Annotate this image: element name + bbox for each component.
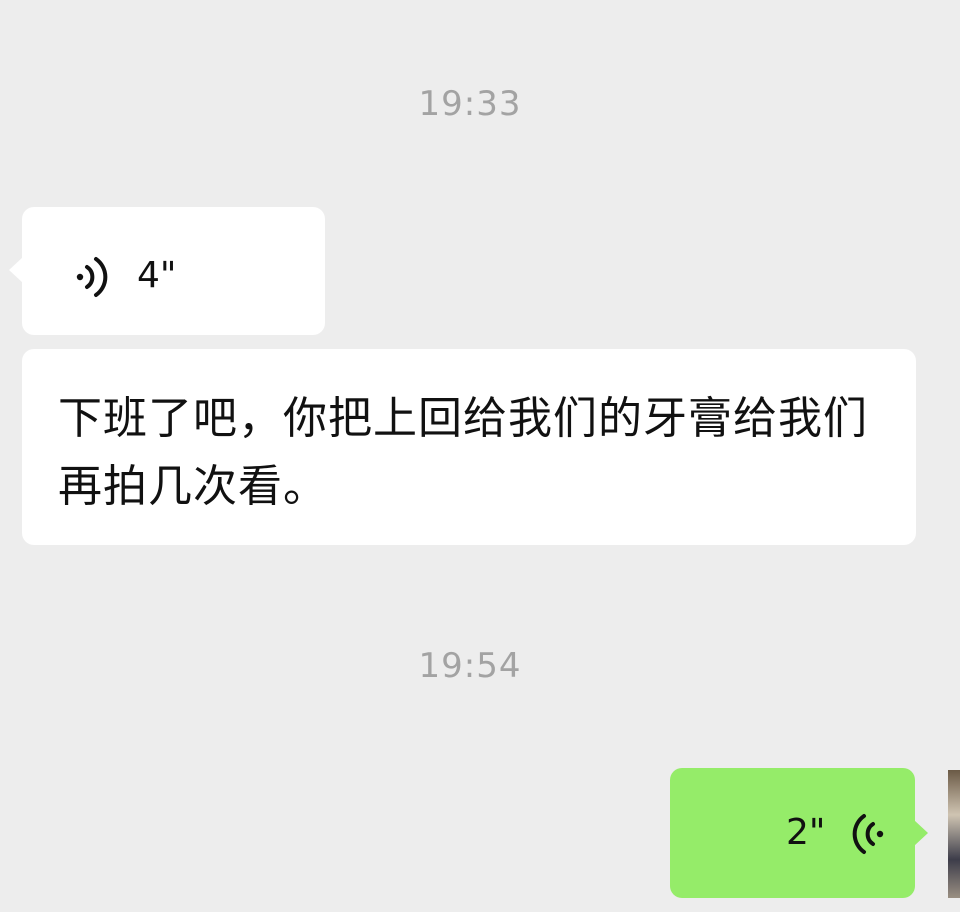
timestamp: 19:54 — [418, 646, 522, 686]
timestamp: 19:33 — [418, 84, 522, 124]
outgoing-voice-message[interactable]: 2" — [670, 768, 928, 898]
avatar[interactable] — [948, 770, 960, 898]
message-text: 下班了吧，你把上回给我们的牙膏给我们再拍几次看。 — [58, 393, 868, 512]
bubble-tail — [914, 820, 928, 846]
bubble-tail — [9, 257, 23, 283]
voice-duration: 4" — [137, 255, 177, 296]
voice-duration: 2" — [786, 812, 826, 853]
voice-wave-icon — [852, 814, 884, 854]
incoming-text-message[interactable]: 下班了吧，你把上回给我们的牙膏给我们再拍几次看。 — [22, 349, 916, 545]
voice-wave-icon — [76, 257, 108, 297]
incoming-voice-message[interactable]: 4" — [9, 207, 325, 335]
